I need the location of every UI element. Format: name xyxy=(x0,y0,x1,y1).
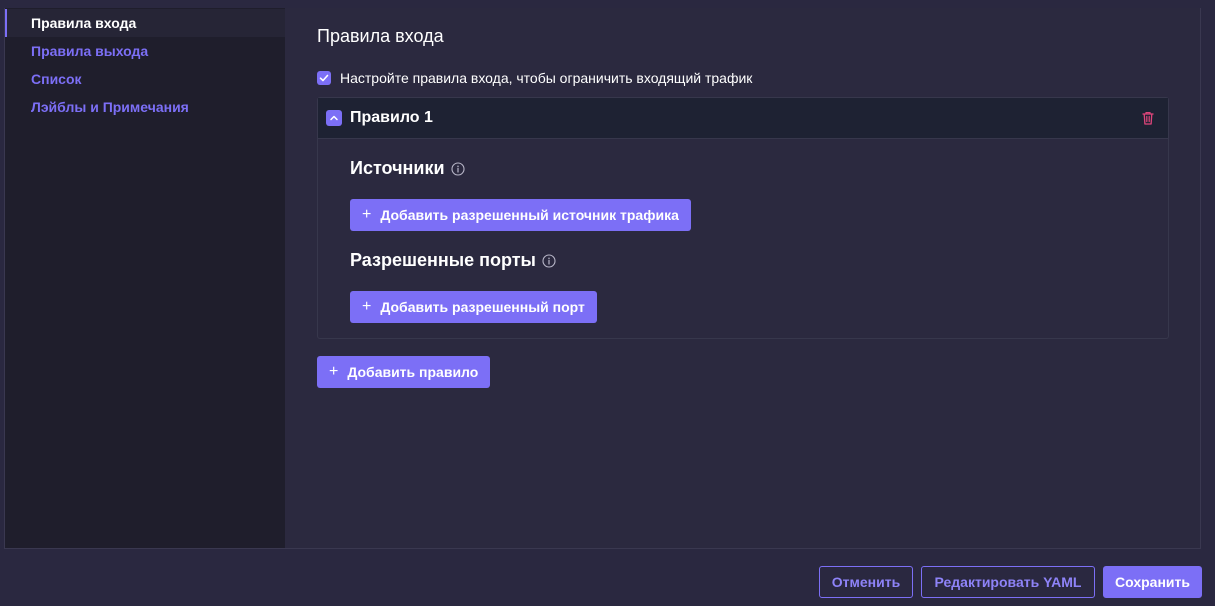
add-port-label: Добавить разрешенный порт xyxy=(380,299,585,315)
add-traffic-source-label: Добавить разрешенный источник трафика xyxy=(380,207,679,223)
content-frame: Правила входа Правила выхода Список Лэйб… xyxy=(4,8,1201,549)
collapse-rule-button[interactable] xyxy=(326,110,342,126)
page-title: Правила входа xyxy=(317,26,444,46)
configure-rules-label: Настройте правила входа, чтобы ограничит… xyxy=(340,70,753,86)
trash-icon[interactable] xyxy=(1140,110,1156,126)
info-icon[interactable] xyxy=(450,161,465,176)
configure-rules-checkbox[interactable] xyxy=(317,71,331,85)
sidebar-item-labels-annotations[interactable]: Лэйблы и Примечания xyxy=(5,93,285,121)
check-icon xyxy=(319,74,329,82)
main-panel: Правила входа Настройте правила входа, ч… xyxy=(285,8,1200,548)
sidebar: Правила входа Правила выхода Список Лэйб… xyxy=(5,8,285,548)
add-rule-label: Добавить правило xyxy=(347,364,479,380)
sources-section-title: Источники xyxy=(350,158,465,179)
plus-icon: + xyxy=(329,363,339,380)
add-rule-button[interactable]: + Добавить правило xyxy=(317,356,491,388)
save-button[interactable]: Сохранить xyxy=(1103,566,1202,598)
edit-yaml-button[interactable]: Редактировать YAML xyxy=(921,566,1095,598)
add-traffic-source-button[interactable]: + Добавить разрешенный источник трафика xyxy=(350,199,691,231)
sidebar-item-list[interactable]: Список xyxy=(5,65,285,93)
rule-title: Правило 1 xyxy=(350,109,433,126)
cancel-button[interactable]: Отменить xyxy=(819,566,913,598)
rule-card: Правило 1 Источники + Добавить разрешенн… xyxy=(317,97,1169,339)
plus-icon: + xyxy=(362,298,372,315)
sidebar-item-ingress-rules[interactable]: Правила входа xyxy=(5,9,285,37)
rule-header: Правило 1 xyxy=(318,98,1168,139)
plus-icon: + xyxy=(362,206,372,223)
sidebar-item-egress-rules[interactable]: Правила выхода xyxy=(5,37,285,65)
ports-section-title: Разрешенные порты xyxy=(350,250,556,271)
sources-title-text: Источники xyxy=(350,158,445,178)
add-port-button[interactable]: + Добавить разрешенный порт xyxy=(350,291,597,323)
configure-rules-checkbox-row[interactable]: Настройте правила входа, чтобы ограничит… xyxy=(317,70,752,86)
ports-title-text: Разрешенные порты xyxy=(350,250,536,270)
info-icon[interactable] xyxy=(542,253,556,268)
chevron-up-icon xyxy=(330,115,338,121)
